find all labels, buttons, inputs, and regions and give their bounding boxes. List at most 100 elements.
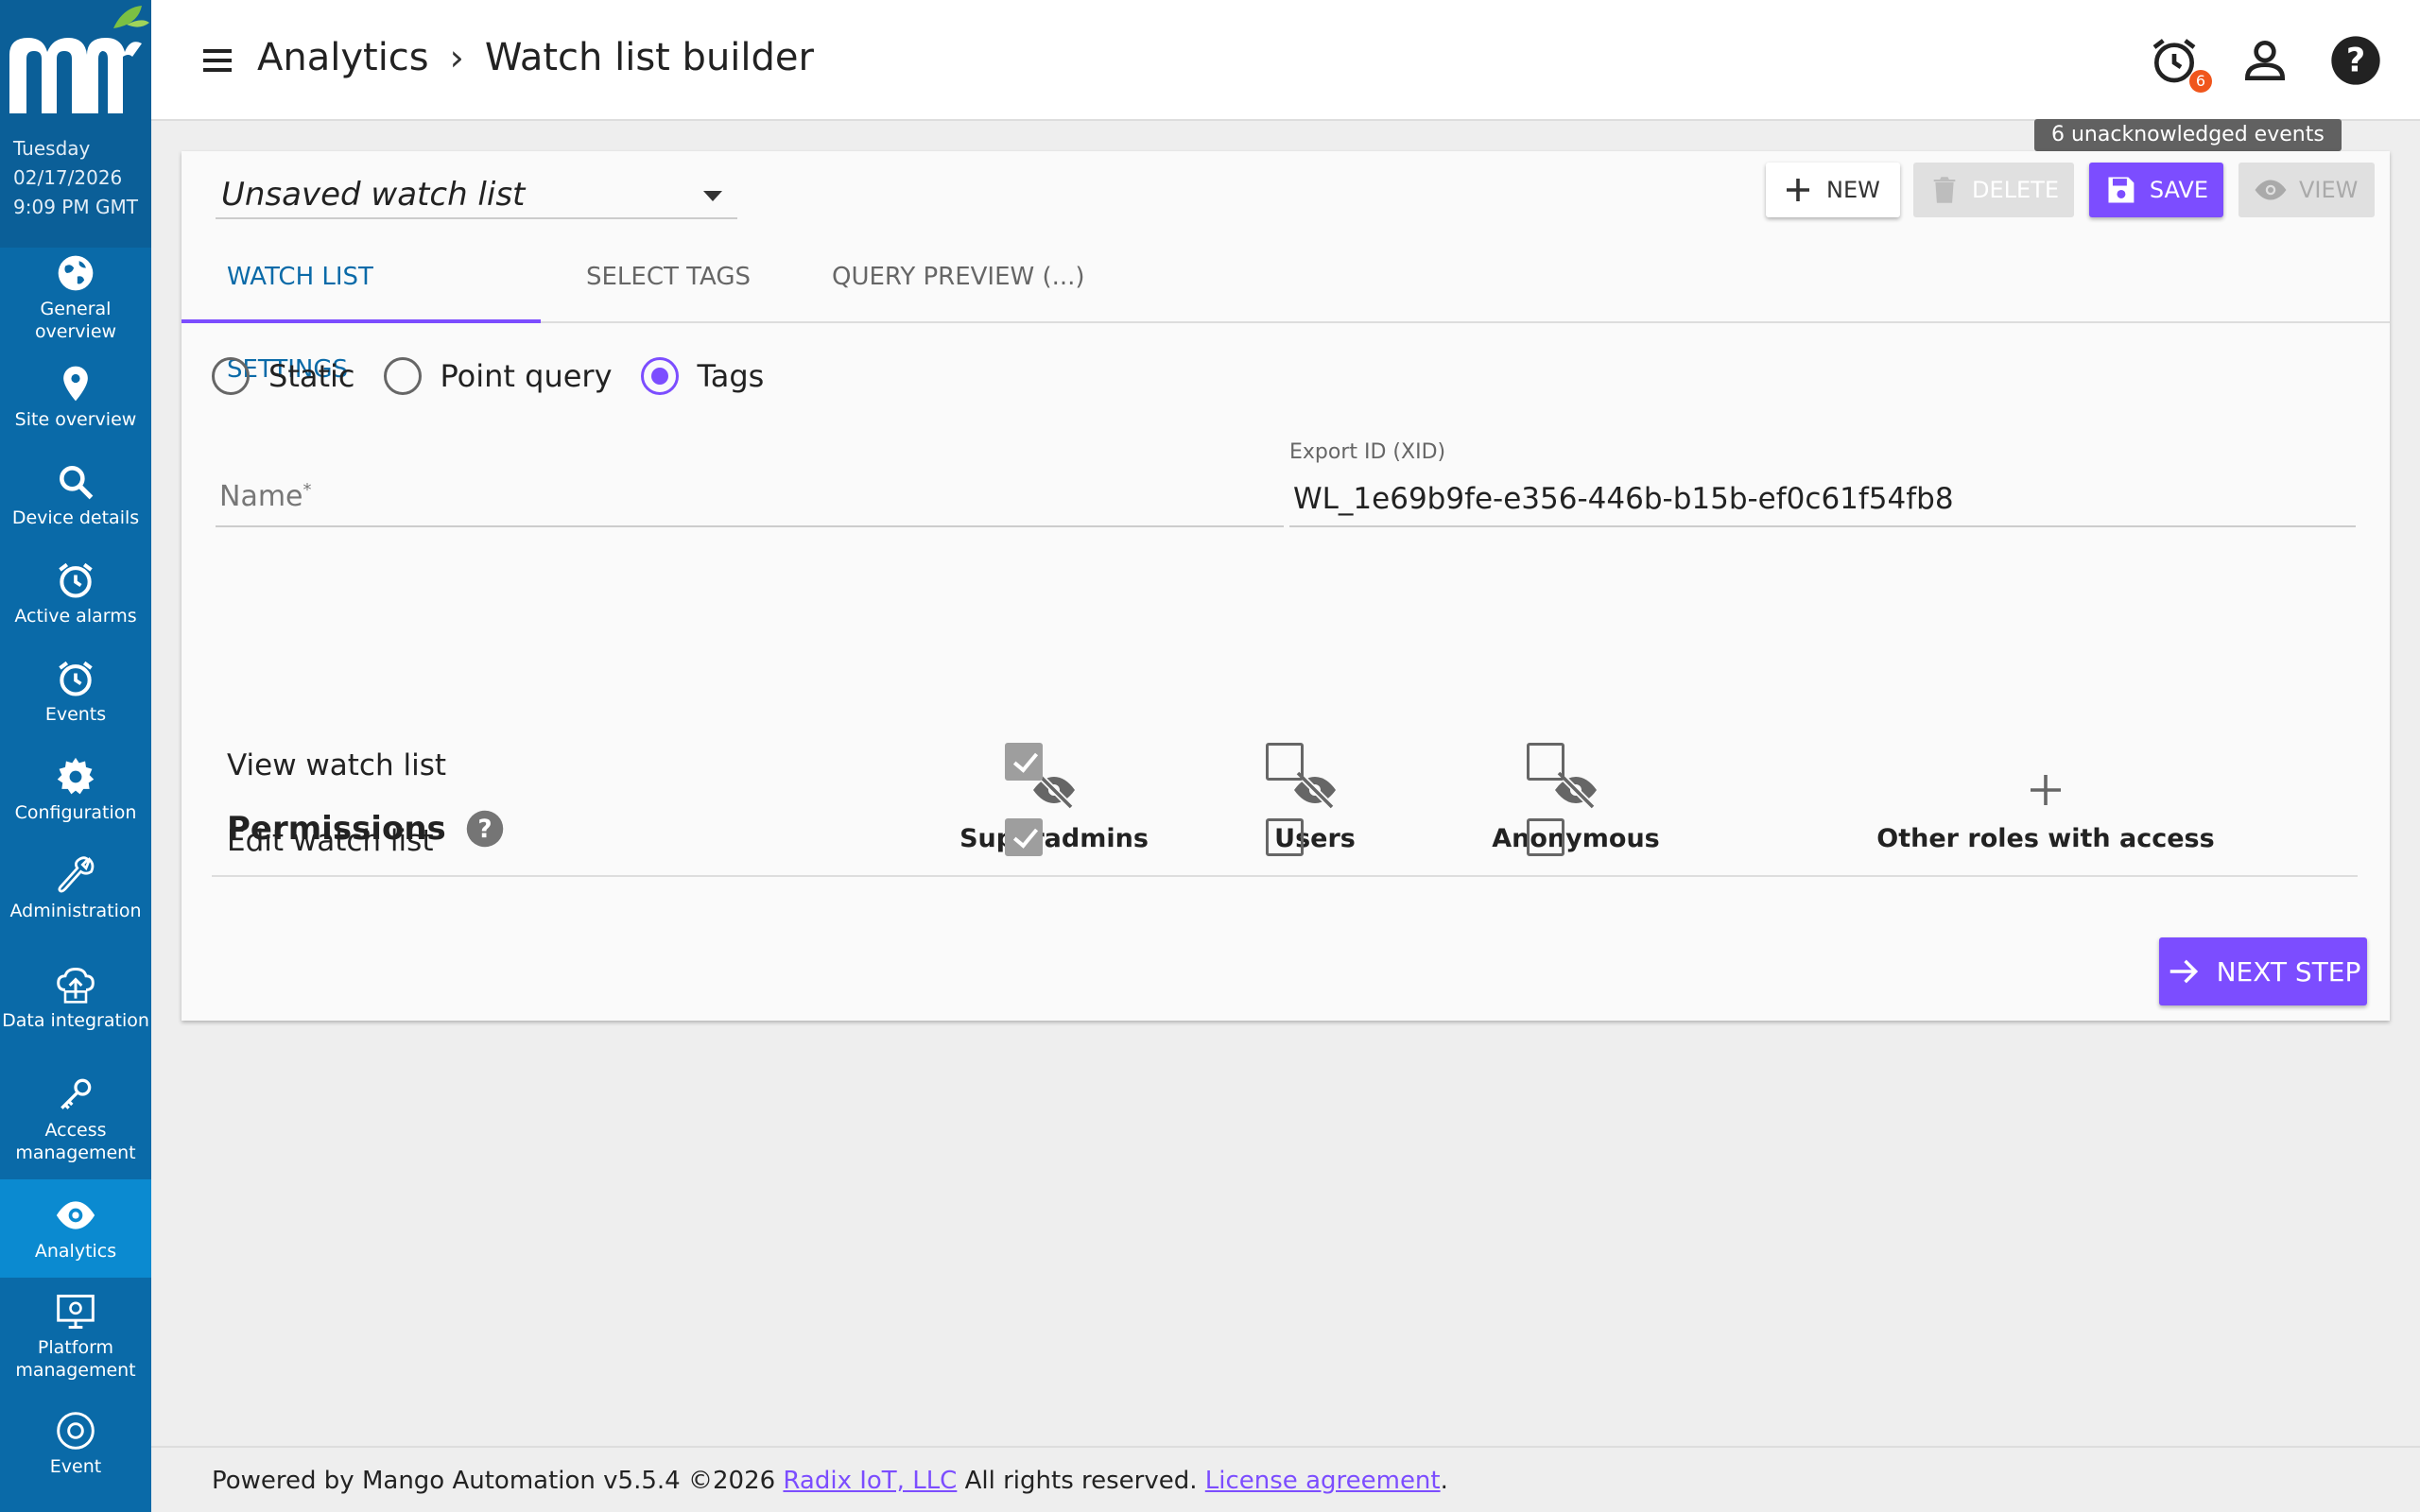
- tab-watch-list-settings[interactable]: WATCH LIST SETTINGS: [182, 231, 541, 384]
- radio-static[interactable]: [212, 357, 250, 395]
- radio-tags[interactable]: [640, 357, 679, 395]
- sidebar-item-label: Event: [49, 1456, 102, 1477]
- view-button-label: VIEW: [2299, 177, 2359, 203]
- radio-tags-label: Tags: [697, 358, 765, 394]
- checkbox-view-anonymous[interactable]: [1527, 743, 1564, 781]
- sidebar-item-label: Configuration: [14, 802, 137, 823]
- checkbox-edit-superadmins[interactable]: [1005, 818, 1043, 856]
- delete-button[interactable]: DELETE: [1913, 163, 2074, 217]
- footer-license-link[interactable]: License agreement: [1205, 1467, 1441, 1495]
- help-icon[interactable]: ?: [2329, 34, 2382, 87]
- account-icon[interactable]: [2238, 34, 2291, 87]
- sidebar-item-analytics[interactable]: Analytics: [0, 1179, 151, 1278]
- sidebar-item-label: General overview: [34, 299, 117, 342]
- hamburger-menu-icon[interactable]: [199, 42, 236, 79]
- plus-icon[interactable]: [2023, 767, 2068, 813]
- footer-powered-by: Powered by Mango Automation v5.5.4 ©2026: [212, 1467, 784, 1495]
- next-step-label: NEXT STEP: [2216, 955, 2361, 988]
- radio-point-query-label: Point query: [440, 358, 613, 394]
- logo-area: Tuesday 02/17/2026 9:09 PM GMT: [0, 0, 151, 248]
- checkbox-edit-users[interactable]: [1266, 818, 1304, 856]
- checkbox-view-users[interactable]: [1266, 743, 1304, 781]
- svg-text:?: ?: [2346, 43, 2365, 80]
- save-button-label: SAVE: [2149, 177, 2208, 203]
- sidebar-item-event[interactable]: Event: [0, 1395, 151, 1493]
- breadcrumb: Analytics › Watch list builder: [257, 36, 814, 79]
- sidebar-item-active-alarms[interactable]: Active alarms: [0, 544, 151, 643]
- gear-ring-icon: [57, 1412, 95, 1450]
- breadcrumb-current: Watch list builder: [484, 36, 814, 79]
- breadcrumb-analytics[interactable]: Analytics: [257, 36, 429, 79]
- top-header: Analytics › Watch list builder ?: [151, 0, 2420, 121]
- view-button[interactable]: VIEW: [2238, 163, 2375, 217]
- sidebar-item-device-details[interactable]: Device details: [0, 446, 151, 544]
- column-anonymous: Anonymous: [1462, 767, 1689, 853]
- radio-static-label: Static: [268, 358, 355, 394]
- date-block: Tuesday 02/17/2026 9:09 PM GMT: [13, 134, 138, 222]
- chevron-right-icon: ›: [449, 37, 464, 78]
- name-field[interactable]: Name*: [216, 472, 1284, 527]
- sidebar-item-platform-management[interactable]: Platform management: [0, 1278, 151, 1395]
- permission-row-view: View watch list: [227, 748, 447, 782]
- sidebar-item-general-overview[interactable]: General overview: [0, 248, 151, 348]
- sidebar-item-label: Events: [44, 704, 107, 725]
- footer: Powered by Mango Automation v5.5.4 ©2026…: [151, 1446, 2420, 1512]
- column-anonymous-label: Anonymous: [1492, 824, 1660, 853]
- sidebar-item-label: Site overview: [14, 409, 137, 430]
- header-actions: ?: [2148, 34, 2382, 87]
- watch-list-type-radio-group: Static Point query Tags: [212, 357, 792, 395]
- column-other-roles: Other roles with access: [1857, 767, 2235, 853]
- sidebar-item-data-integration[interactable]: Data integration: [0, 937, 151, 1058]
- footer-company-link[interactable]: Radix IoT, LLC: [783, 1467, 957, 1495]
- sidebar-item-label: Data integration: [2, 1010, 149, 1031]
- cloud-upload-icon: [57, 968, 95, 1004]
- sidebar-item-label: Platform management: [15, 1337, 136, 1381]
- sidebar-item-label: Access management: [15, 1120, 136, 1163]
- alarm-clock-icon: [59, 661, 93, 696]
- column-users: Users: [1201, 767, 1428, 853]
- date-day: Tuesday: [13, 137, 91, 160]
- sidebar-item-label: Analytics: [34, 1241, 117, 1262]
- checkbox-view-superadmins[interactable]: [1005, 743, 1043, 781]
- gear-icon: [57, 757, 95, 795]
- xid-field-label: Export ID (XID): [1289, 440, 1446, 464]
- sidebar-item-site-overview[interactable]: Site overview: [0, 348, 151, 446]
- monitor-icon: [57, 1295, 95, 1329]
- column-superadmins-label: Superadmins: [959, 824, 1149, 853]
- location-pin-icon: [63, 366, 88, 402]
- tab-query-preview[interactable]: QUERY PREVIEW (...): [786, 231, 1131, 323]
- tab-bar: WATCH LIST SETTINGS SELECT TAGS QUERY PR…: [182, 231, 2390, 384]
- column-superadmins: Superadmins: [941, 767, 1167, 853]
- arrow-right-icon: [2169, 959, 2198, 984]
- watch-list-select-value: Unsaved watch list: [221, 176, 526, 214]
- unacknowledged-events-tooltip: 6 unacknowledged events: [2034, 119, 2342, 151]
- sidebar-item-access-management[interactable]: Access management: [0, 1058, 151, 1179]
- globe-icon: [58, 255, 94, 291]
- sidebar-item-configuration[interactable]: Configuration: [0, 741, 151, 839]
- dropdown-arrow-icon: [703, 191, 722, 201]
- search-icon: [60, 466, 94, 500]
- date-date: 02/17/2026: [13, 166, 123, 189]
- permission-row-edit: Edit watch list: [227, 824, 434, 858]
- tab-select-tags[interactable]: SELECT TAGS: [541, 231, 796, 323]
- sidebar-item-events[interactable]: Events: [0, 643, 151, 741]
- watch-list-builder-card: Unsaved watch list NEW DELETE SAVE VIEW …: [182, 151, 2390, 1021]
- next-step-button[interactable]: NEXT STEP: [2159, 937, 2367, 1005]
- help-icon[interactable]: ?: [465, 809, 505, 849]
- alarm-clock-icon: [59, 562, 93, 598]
- required-marker: *: [302, 480, 312, 500]
- new-button[interactable]: NEW: [1766, 163, 1900, 217]
- watch-list-select[interactable]: Unsaved watch list: [216, 170, 737, 219]
- radio-point-query[interactable]: [383, 357, 422, 395]
- sidebar-item-administration[interactable]: Administration: [0, 839, 151, 937]
- checkbox-edit-anonymous[interactable]: [1527, 818, 1564, 856]
- new-button-label: NEW: [1826, 177, 1880, 203]
- save-button[interactable]: SAVE: [2089, 163, 2223, 217]
- mango-logo[interactable]: [0, 0, 151, 123]
- wrench-icon: [58, 856, 95, 893]
- name-field-placeholder: Name: [219, 480, 303, 513]
- trash-icon: [1933, 177, 1956, 203]
- svg-text:?: ?: [477, 816, 492, 844]
- footer-rights: All rights reserved.: [957, 1467, 1205, 1495]
- xid-field[interactable]: WL_1e69b9fe-e356-446b-b15b-ef0c61f54fb8: [1289, 472, 2356, 527]
